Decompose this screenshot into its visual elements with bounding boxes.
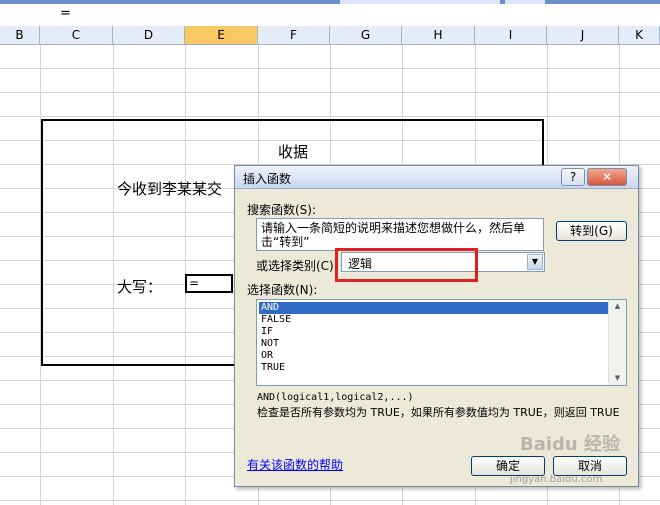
column-header-f[interactable]: F xyxy=(258,26,330,44)
dialog-titlebar[interactable]: 插入函数 ? ✕ xyxy=(235,166,638,189)
active-cell[interactable]: = xyxy=(185,274,233,293)
function-item[interactable]: FALSE xyxy=(259,314,291,326)
column-header-j[interactable]: J xyxy=(547,26,619,44)
column-header-d[interactable]: D xyxy=(113,26,185,44)
function-list-label: 选择函数(N): xyxy=(247,283,318,297)
function-list[interactable]: AND FALSE IF NOT OR TRUE ▲ ▼ xyxy=(256,299,627,386)
function-item[interactable]: TRUE xyxy=(259,362,285,374)
search-label: 搜索函数(S): xyxy=(247,203,317,217)
list-scrollbar[interactable]: ▲ ▼ xyxy=(608,300,626,385)
column-header-e[interactable]: E xyxy=(185,26,258,44)
column-header-g[interactable]: G xyxy=(330,26,402,44)
chevron-down-icon[interactable]: ▼ xyxy=(527,254,543,270)
function-item[interactable]: IF xyxy=(259,326,273,338)
receipt-line1: 今收到李某某交 xyxy=(117,180,223,198)
function-item[interactable]: NOT xyxy=(259,338,279,350)
receipt-title: 收据 xyxy=(278,143,309,161)
formula-text[interactable]: = xyxy=(60,6,71,21)
column-header-i[interactable]: I xyxy=(475,26,547,44)
goto-button[interactable]: 转到(G) xyxy=(556,221,627,241)
column-headers: B C D E F G H I J K xyxy=(0,26,660,45)
watermark-url: jingyan.baidu.com xyxy=(510,474,603,485)
function-item[interactable]: AND xyxy=(259,302,609,314)
close-button[interactable]: ✕ xyxy=(587,168,627,186)
function-syntax: AND(logical1,logical2,...) xyxy=(257,392,414,403)
function-item[interactable]: OR xyxy=(259,350,273,362)
column-header-c[interactable]: C xyxy=(40,26,113,44)
column-header-k[interactable]: K xyxy=(619,26,660,44)
help-button[interactable]: ? xyxy=(561,168,585,186)
scroll-down-icon[interactable]: ▼ xyxy=(609,372,626,384)
category-label: 或选择类别(C) xyxy=(256,259,334,273)
dialog-title: 插入函数 xyxy=(243,172,292,186)
function-help-link[interactable]: 有关该函数的帮助 xyxy=(247,456,343,473)
scroll-up-icon[interactable]: ▲ xyxy=(609,300,626,312)
cancel-button[interactable]: 取消 xyxy=(553,456,627,476)
formula-bar[interactable]: = xyxy=(0,4,660,27)
search-input[interactable]: 请输入一条简短的说明来描述您想做什么，然后单击“转到” xyxy=(256,218,544,251)
column-header-h[interactable]: H xyxy=(402,26,475,44)
daxie-label: 大写： xyxy=(117,278,163,296)
ok-button[interactable]: 确定 xyxy=(471,456,545,476)
function-description: 检查是否所有参数均为 TRUE，如果所有参数值均为 TRUE，则返回 TRUE xyxy=(257,406,620,419)
watermark-logo: Baidu 经验 xyxy=(520,434,621,455)
highlight-box xyxy=(335,248,478,282)
column-header-b[interactable]: B xyxy=(0,26,40,44)
